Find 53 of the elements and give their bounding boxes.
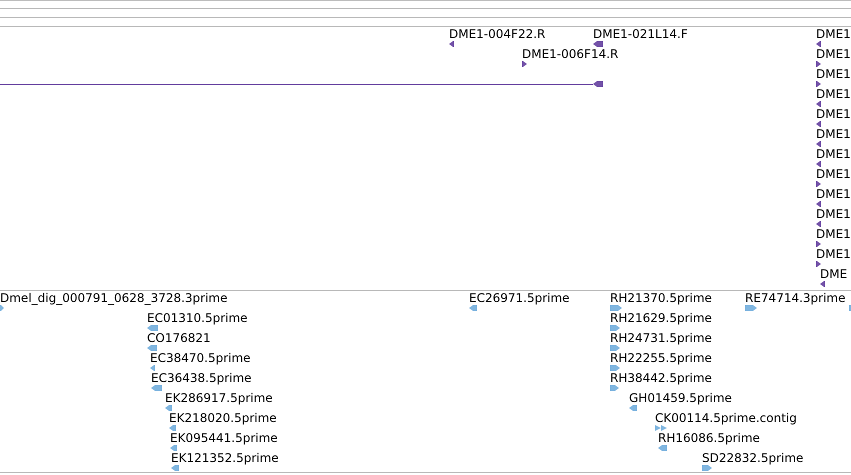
feature-label: DME1-004F22.R [449, 27, 546, 41]
feature-label: DME1 [816, 47, 851, 61]
feature-label: DME1 [816, 127, 851, 141]
feature-label: Dmel_dig_000791_0628_3728.3prime [0, 291, 228, 305]
strand-arrow-icon[interactable] [593, 41, 603, 47]
feature-label: RH21370.5prime [610, 291, 712, 305]
feature-label: DME1 [816, 187, 851, 201]
strand-arrow-icon[interactable] [816, 101, 821, 107]
feature-label: DME1-021L14.F [593, 27, 688, 41]
feature-label: DME1 [816, 207, 851, 221]
feature-label: GH01459.5prime [629, 391, 732, 405]
feature-label: DME1 [816, 247, 851, 261]
strand-arrow-icon[interactable] [816, 41, 821, 47]
strand-arrow-icon[interactable] [816, 121, 821, 127]
feature-label: DME1 [816, 27, 851, 41]
feature-label: DME1 [816, 67, 851, 81]
feature-label: DME1 [816, 147, 851, 161]
feature-label: EK218020.5prime [169, 411, 277, 425]
strand-arrow-icon[interactable] [816, 201, 821, 207]
feature-label: DME1 [816, 167, 851, 181]
strand-arrow-icon[interactable] [816, 261, 821, 267]
feature-label: SD22832.5prime [702, 451, 804, 465]
strand-arrow-icon[interactable] [816, 181, 821, 187]
strand-arrow-icon[interactable] [820, 281, 825, 287]
feature-label: RE74714.3prime [745, 291, 846, 305]
feature-label: DME1 [816, 107, 851, 121]
strand-arrow-icon[interactable] [593, 81, 603, 87]
strand-arrow-icon[interactable] [816, 81, 821, 87]
feature-label: EC01310.5prime [147, 311, 248, 325]
strand-arrow-icon[interactable] [816, 161, 821, 167]
feature-label: EK286917.5prime [165, 391, 273, 405]
feature-label: DME1-006F14.R [522, 47, 618, 61]
feature-label: EC26971.5prime [469, 291, 570, 305]
feature-label: CO176821 [147, 331, 211, 345]
feature-label: RH21629.5prime [610, 311, 712, 325]
strand-arrow-icon[interactable] [816, 221, 821, 227]
feature-label: DME1 [816, 227, 851, 241]
feature-label: EK121352.5prime [171, 451, 279, 465]
feature-label: EC38470.5prime [150, 351, 251, 365]
feature-label: RH24731.5prime [610, 331, 712, 345]
feature-label: DME [820, 267, 848, 281]
strand-arrow-icon[interactable] [449, 41, 454, 47]
strand-arrow-icon[interactable] [816, 61, 821, 67]
strand-arrow-icon[interactable] [816, 241, 821, 247]
strand-arrow-icon[interactable] [816, 141, 821, 147]
feature-label: EK095441.5prime [170, 431, 278, 445]
feature-label: RH22255.5prime [610, 351, 712, 365]
strand-arrow-icon[interactable] [522, 61, 527, 67]
feature-label: CK00114.5prime.contig [655, 411, 797, 425]
feature-label: EC36438.5prime [151, 371, 252, 385]
feature-label: DME1 [816, 87, 851, 101]
feature-label: RH16086.5prime [658, 431, 760, 445]
feature-label: RH38442.5prime [610, 371, 712, 385]
